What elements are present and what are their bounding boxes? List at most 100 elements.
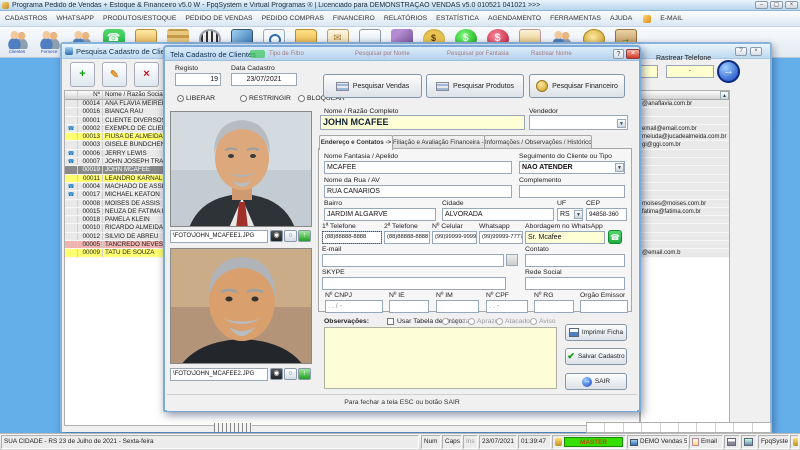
imprimir-ficha-button[interactable]: Imprimir Ficha (565, 324, 627, 341)
chevron-down-icon[interactable]: ▼ (574, 210, 583, 219)
status-printer[interactable] (724, 435, 740, 449)
dialog-help-button[interactable]: ? (613, 49, 624, 59)
email-cell[interactable] (641, 108, 729, 117)
toolbar-clients-icon[interactable]: Clientes (5, 29, 30, 55)
seguimento-select[interactable]: NAO ATENDER (519, 161, 625, 174)
vendedor-select[interactable]: ▼ (529, 115, 628, 130)
menu-item-e-mail[interactable]: E-MAIL (660, 15, 683, 22)
cep-field[interactable]: 94858-360 (586, 208, 627, 221)
radio-aprazo[interactable]: Aprazo (468, 318, 499, 325)
status-email[interactable]: Email (689, 435, 723, 449)
email-cell[interactable] (641, 158, 729, 167)
browse-close-button[interactable]: × (750, 47, 762, 56)
email-cell[interactable] (641, 182, 729, 192)
pesquisar-financeiro-button[interactable]: Pesquisar Financeiro (529, 74, 625, 98)
email-cell[interactable]: meiuda@jucadealmeida.com.br (641, 133, 729, 142)
menu-item-financeiro[interactable]: FINANCEIRO (333, 15, 375, 22)
orgao-field[interactable] (580, 300, 628, 313)
upload-photo2-icon[interactable]: ↑ (298, 368, 311, 380)
zoom-photo2-icon[interactable]: ○ (284, 368, 297, 380)
pesquisar-produtos-button[interactable]: Pesquisar Produtos (426, 74, 524, 98)
sair-button[interactable]: → SAIR (565, 373, 627, 390)
whatsapp-field[interactable]: (99)99999-7777 (479, 231, 523, 244)
camera-icon[interactable]: ◉ (270, 230, 283, 242)
close-button[interactable]: × (785, 1, 798, 9)
rastrear-go-button[interactable]: → (717, 60, 740, 83)
rastrear-input-1[interactable] (638, 65, 658, 78)
bairro-field[interactable]: JARDIM ALGARVE (324, 208, 436, 221)
menu-item-estat-stica[interactable]: ESTATÍSTICA (436, 15, 479, 22)
data-cadastro-field[interactable]: 23/07/2021 (231, 73, 297, 86)
rg-field[interactable] (534, 300, 574, 313)
email-cell[interactable] (641, 116, 729, 125)
im-field[interactable] (436, 300, 479, 313)
ie-field[interactable] (389, 300, 429, 313)
upload-photo1-icon[interactable]: ↑ (298, 230, 311, 242)
menu-item-pedido-compras[interactable]: PEDIDO COMPRAS (262, 15, 324, 22)
photo1-path-field[interactable]: \FOTO\JOHN_MCAFEE1.JPG (170, 230, 268, 243)
email-cell[interactable] (641, 174, 729, 183)
pesquisar-vendas-button[interactable]: Pesquisar Vendas (323, 74, 422, 98)
email-cell[interactable] (641, 232, 729, 242)
menu-item-pedido-de-vendas[interactable]: PEDIDO DE VENDAS (185, 15, 252, 22)
rastrear-input-2[interactable]: - (666, 65, 714, 78)
tel2-field[interactable]: (88)88888-8888 (384, 231, 430, 244)
tab-endere-o-e-contatos[interactable]: Endereço e Contatos -> (319, 135, 393, 150)
email-cell[interactable] (641, 166, 729, 175)
scroll-up-icon[interactable]: ▲ (720, 91, 729, 100)
skype-field[interactable] (322, 277, 506, 290)
cnpj-field[interactable]: . . / - (325, 300, 383, 313)
email-cell[interactable] (641, 224, 729, 233)
radio-atacado[interactable]: Atacado (496, 318, 530, 325)
radio-avista[interactable]: Avista (442, 318, 469, 325)
browse-help-button[interactable]: ? (735, 47, 747, 56)
nome-field[interactable]: JOHN MCAFEE (320, 115, 525, 130)
camera-icon[interactable]: ◉ (270, 368, 283, 380)
observacoes-textarea[interactable] (324, 327, 557, 389)
dialog-titlebar[interactable]: Tela Cadastro de Clientes Tipo de Filtro… (165, 47, 640, 61)
chevron-down-icon[interactable]: ▼ (615, 163, 624, 172)
email-field[interactable] (322, 254, 504, 267)
salvar-cadastro-button[interactable]: ✔ Salvar Cadastro (565, 348, 627, 365)
toolbar-suppliers-icon[interactable]: Fornece (37, 29, 62, 55)
dialog-close-button[interactable]: × (626, 49, 640, 59)
email-cell[interactable]: @email.com.b (641, 249, 729, 258)
abordagem-field[interactable]: Sr. Mcafee (525, 231, 605, 244)
email-cell[interactable]: moises@moises.com.br (641, 199, 729, 208)
email-cell[interactable] (641, 149, 729, 159)
chevron-down-icon[interactable]: ▼ (617, 119, 626, 128)
complemento-field[interactable] (519, 185, 625, 198)
celular-field[interactable]: (99)99999-9999 (432, 231, 477, 244)
send-email-icon[interactable] (506, 254, 518, 266)
photo2-path-field[interactable]: \FOTO\JOHN_MCAFEE2.JPG (170, 368, 268, 381)
email-cell[interactable]: gi@ggi.com.br (641, 141, 729, 150)
rua-field[interactable]: RUA CANARIOS (324, 185, 512, 198)
status-screen[interactable] (741, 435, 757, 449)
radio-aviso[interactable]: Aviso (530, 318, 556, 325)
email-cell[interactable]: email@email.com.br (641, 124, 729, 134)
menu-item-agendamento[interactable]: AGENDAMENTO (488, 15, 541, 22)
zoom-photo1-icon[interactable]: ○ (284, 230, 297, 242)
cidade-field[interactable]: ALVORADA (442, 208, 554, 221)
whatsapp-send-icon[interactable]: ☎ (608, 230, 622, 244)
radio-restringir[interactable]: RESTRINGIR (240, 95, 291, 102)
email-cell[interactable]: @anaflavia.com.br (641, 100, 729, 109)
restore-button[interactable]: ▢ (770, 1, 783, 9)
add-record-button[interactable] (70, 62, 95, 87)
menu-item-ferramentas[interactable]: FERRAMENTAS (550, 15, 601, 22)
contato-field[interactable] (525, 254, 625, 267)
menu-item-relat-rios[interactable]: RELATÓRIOS (384, 15, 427, 22)
registro-field[interactable]: 19 (175, 73, 221, 86)
menu-item-ajuda[interactable]: AJUDA (610, 15, 632, 22)
rede-social-field[interactable] (525, 277, 625, 290)
minimize-button[interactable]: – (755, 1, 768, 9)
email-cell[interactable] (641, 241, 729, 250)
delete-record-button[interactable] (134, 62, 159, 87)
email-cell[interactable] (641, 191, 729, 200)
radio-liberar[interactable]: LIBERAR (177, 95, 215, 102)
tab-informa-es-observa-es-hist-rico[interactable]: Informações / Observações / Histórico (484, 135, 592, 149)
edit-record-button[interactable] (102, 62, 127, 87)
menu-item-produtos-estoque[interactable]: PRODUTOS/ESTOQUE (103, 15, 176, 22)
nome-fantasia-field[interactable]: MCAFEE (324, 161, 512, 174)
email-cell[interactable]: fatima@fatima.com.br (641, 207, 729, 217)
